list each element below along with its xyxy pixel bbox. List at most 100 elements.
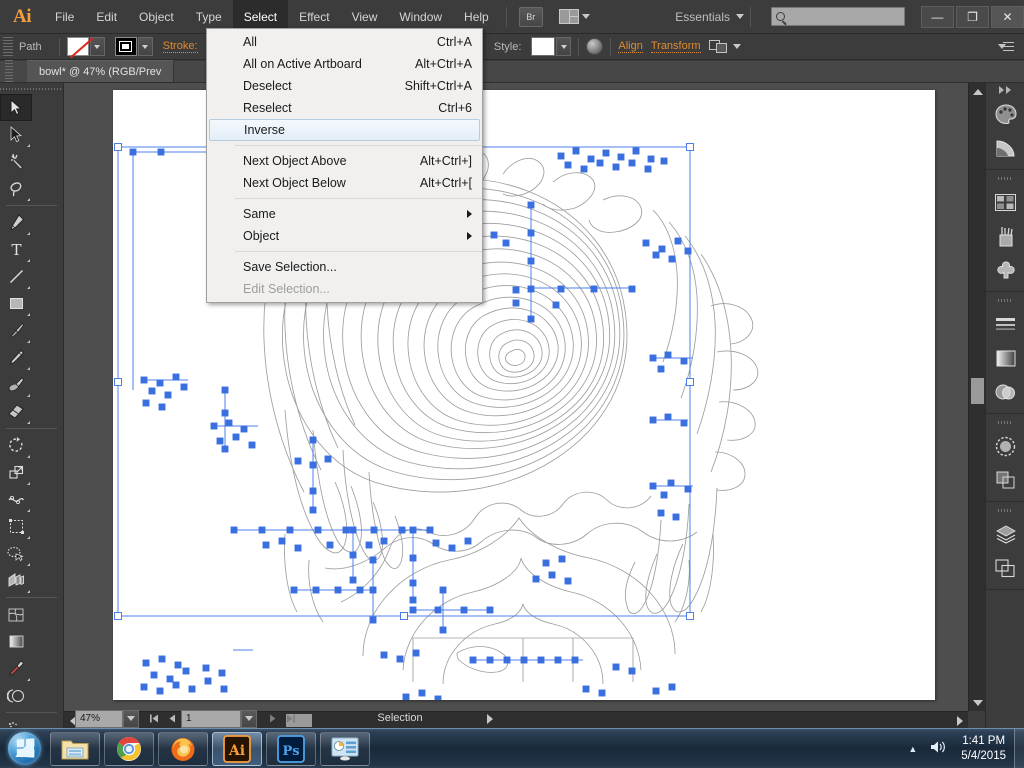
- pencil-tool[interactable]: [0, 344, 32, 371]
- tab-bar-grip[interactable]: [5, 60, 13, 82]
- swatches-panel-icon[interactable]: [986, 185, 1024, 219]
- menu-item-all-on-active-artboard[interactable]: All on Active Artboard Alt+Ctrl+A: [207, 53, 482, 75]
- menu-item-object[interactable]: Object: [207, 225, 482, 247]
- dock-grip[interactable]: [998, 296, 1012, 305]
- free-transform-tool[interactable]: [0, 513, 32, 540]
- shape-builder-tool[interactable]: [0, 540, 32, 567]
- taskbar-control-panel[interactable]: [320, 731, 370, 766]
- menu-object[interactable]: Object: [128, 0, 185, 34]
- transform-label[interactable]: Transform: [650, 40, 701, 53]
- taskbar-clock[interactable]: 1:41 PM 5/4/2015: [961, 734, 1006, 764]
- perspective-grid-tool[interactable]: [0, 567, 32, 594]
- appearance-panel-icon[interactable]: [986, 429, 1024, 463]
- graphic-styles-panel-icon[interactable]: [986, 463, 1024, 497]
- layers-panel-icon[interactable]: [986, 517, 1024, 551]
- blob-brush-tool[interactable]: [0, 371, 32, 398]
- paintbrush-tool[interactable]: [0, 317, 32, 344]
- document-tab-bowl[interactable]: bowl* @ 47% (RGB/Prev: [27, 60, 175, 82]
- menu-item-next-object-above[interactable]: Next Object Above Alt+Ctrl+]: [207, 150, 482, 172]
- transparency-panel-icon[interactable]: [986, 375, 1024, 409]
- previous-artboard-button[interactable]: [163, 710, 181, 728]
- stroke-swatch[interactable]: [114, 37, 137, 56]
- last-artboard-button[interactable]: [281, 710, 299, 728]
- graphic-style-dropdown-button[interactable]: [556, 37, 572, 56]
- type-tool[interactable]: T: [0, 236, 32, 263]
- rectangle-tool[interactable]: [0, 290, 32, 317]
- control-panel-menu-icon[interactable]: [998, 41, 1014, 53]
- recolor-artwork-icon[interactable]: [586, 38, 604, 55]
- menu-item-reselect[interactable]: Reselect Ctrl+6: [207, 97, 482, 119]
- graphic-style-swatch[interactable]: [531, 37, 556, 56]
- lasso-tool[interactable]: [0, 175, 32, 202]
- artboards-panel-icon[interactable]: [986, 551, 1024, 585]
- gradient-panel-icon[interactable]: [986, 341, 1024, 375]
- workspace-switcher[interactable]: Essentials: [675, 10, 744, 24]
- menu-item-same[interactable]: Same: [207, 203, 482, 225]
- arrange-documents-button[interactable]: [558, 9, 590, 24]
- dock-grip[interactable]: [998, 506, 1012, 515]
- color-guide-panel-icon[interactable]: [986, 131, 1024, 165]
- dock-grip[interactable]: [998, 174, 1012, 183]
- vertical-scroll-thumb[interactable]: [971, 378, 984, 404]
- artboard-number-field[interactable]: 1: [181, 709, 241, 728]
- symbols-panel-icon[interactable]: [986, 253, 1024, 287]
- scroll-right-button[interactable]: [951, 712, 968, 729]
- magic-wand-tool[interactable]: [0, 148, 32, 175]
- blend-tool[interactable]: [0, 682, 32, 709]
- toolbox-grip[interactable]: [0, 83, 63, 94]
- zoom-dropdown-button[interactable]: [123, 709, 139, 728]
- direct-selection-tool[interactable]: [0, 121, 32, 148]
- eyedropper-tool[interactable]: [0, 655, 32, 682]
- menu-edit[interactable]: Edit: [85, 0, 128, 34]
- menu-item-deselect[interactable]: Deselect Shift+Ctrl+A: [207, 75, 482, 97]
- start-button[interactable]: [2, 731, 46, 767]
- menu-file[interactable]: File: [44, 0, 85, 34]
- line-segment-tool[interactable]: [0, 263, 32, 290]
- color-panel-icon[interactable]: [986, 97, 1024, 131]
- canvas-viewport[interactable]: [64, 83, 968, 711]
- brushes-panel-icon[interactable]: [986, 219, 1024, 253]
- scale-tool[interactable]: [0, 459, 32, 486]
- taskbar-adobe-illustrator[interactable]: Ai: [212, 731, 262, 766]
- menu-item-all[interactable]: All Ctrl+A: [207, 31, 482, 53]
- mesh-tool[interactable]: [0, 601, 32, 628]
- status-menu-button[interactable]: [482, 709, 498, 728]
- scroll-up-button[interactable]: [969, 83, 986, 100]
- bridge-button[interactable]: Br: [518, 6, 543, 27]
- taskbar-google-chrome[interactable]: [104, 731, 154, 766]
- rotate-tool[interactable]: [0, 432, 32, 459]
- close-button[interactable]: ✕: [991, 5, 1024, 28]
- artboard-dropdown-button[interactable]: [241, 709, 257, 728]
- show-hidden-icons-button[interactable]: ▲: [908, 744, 917, 754]
- taskbar-adobe-photoshop[interactable]: Ps: [266, 731, 316, 766]
- show-desktop-button[interactable]: [1014, 729, 1024, 768]
- width-tool[interactable]: [0, 486, 32, 513]
- stroke-dropdown-button[interactable]: [137, 37, 153, 56]
- taskbar-windows-explorer[interactable]: [50, 731, 100, 766]
- menu-item-save-selection[interactable]: Save Selection...: [207, 256, 482, 278]
- stroke-panel-icon[interactable]: [986, 307, 1024, 341]
- volume-icon[interactable]: [929, 739, 947, 760]
- stroke-label[interactable]: Stroke:: [162, 40, 198, 53]
- expand-panels-button[interactable]: [986, 83, 1024, 97]
- fill-swatch[interactable]: [66, 37, 89, 56]
- search-input[interactable]: [771, 7, 905, 26]
- vertical-scrollbar[interactable]: [968, 83, 985, 711]
- pen-tool[interactable]: [0, 209, 32, 236]
- minimize-button[interactable]: —: [921, 5, 954, 28]
- scroll-down-button[interactable]: [969, 694, 986, 711]
- zoom-level-field[interactable]: 47%: [75, 709, 123, 728]
- next-artboard-button[interactable]: [263, 710, 281, 728]
- taskbar-mozilla-firefox[interactable]: [158, 731, 208, 766]
- first-artboard-button[interactable]: [145, 710, 163, 728]
- chevron-down-icon[interactable]: [732, 44, 741, 49]
- selection-tool[interactable]: [0, 94, 32, 121]
- dock-grip[interactable]: [998, 418, 1012, 427]
- eraser-tool[interactable]: [0, 398, 32, 425]
- isolate-selected-object-icon[interactable]: [708, 39, 729, 54]
- align-label[interactable]: Align: [618, 40, 643, 53]
- restore-button[interactable]: ❐: [956, 5, 989, 28]
- fill-dropdown-button[interactable]: [89, 37, 105, 56]
- menu-item-inverse[interactable]: Inverse: [209, 119, 480, 141]
- menu-item-next-object-below[interactable]: Next Object Below Alt+Ctrl+[: [207, 172, 482, 194]
